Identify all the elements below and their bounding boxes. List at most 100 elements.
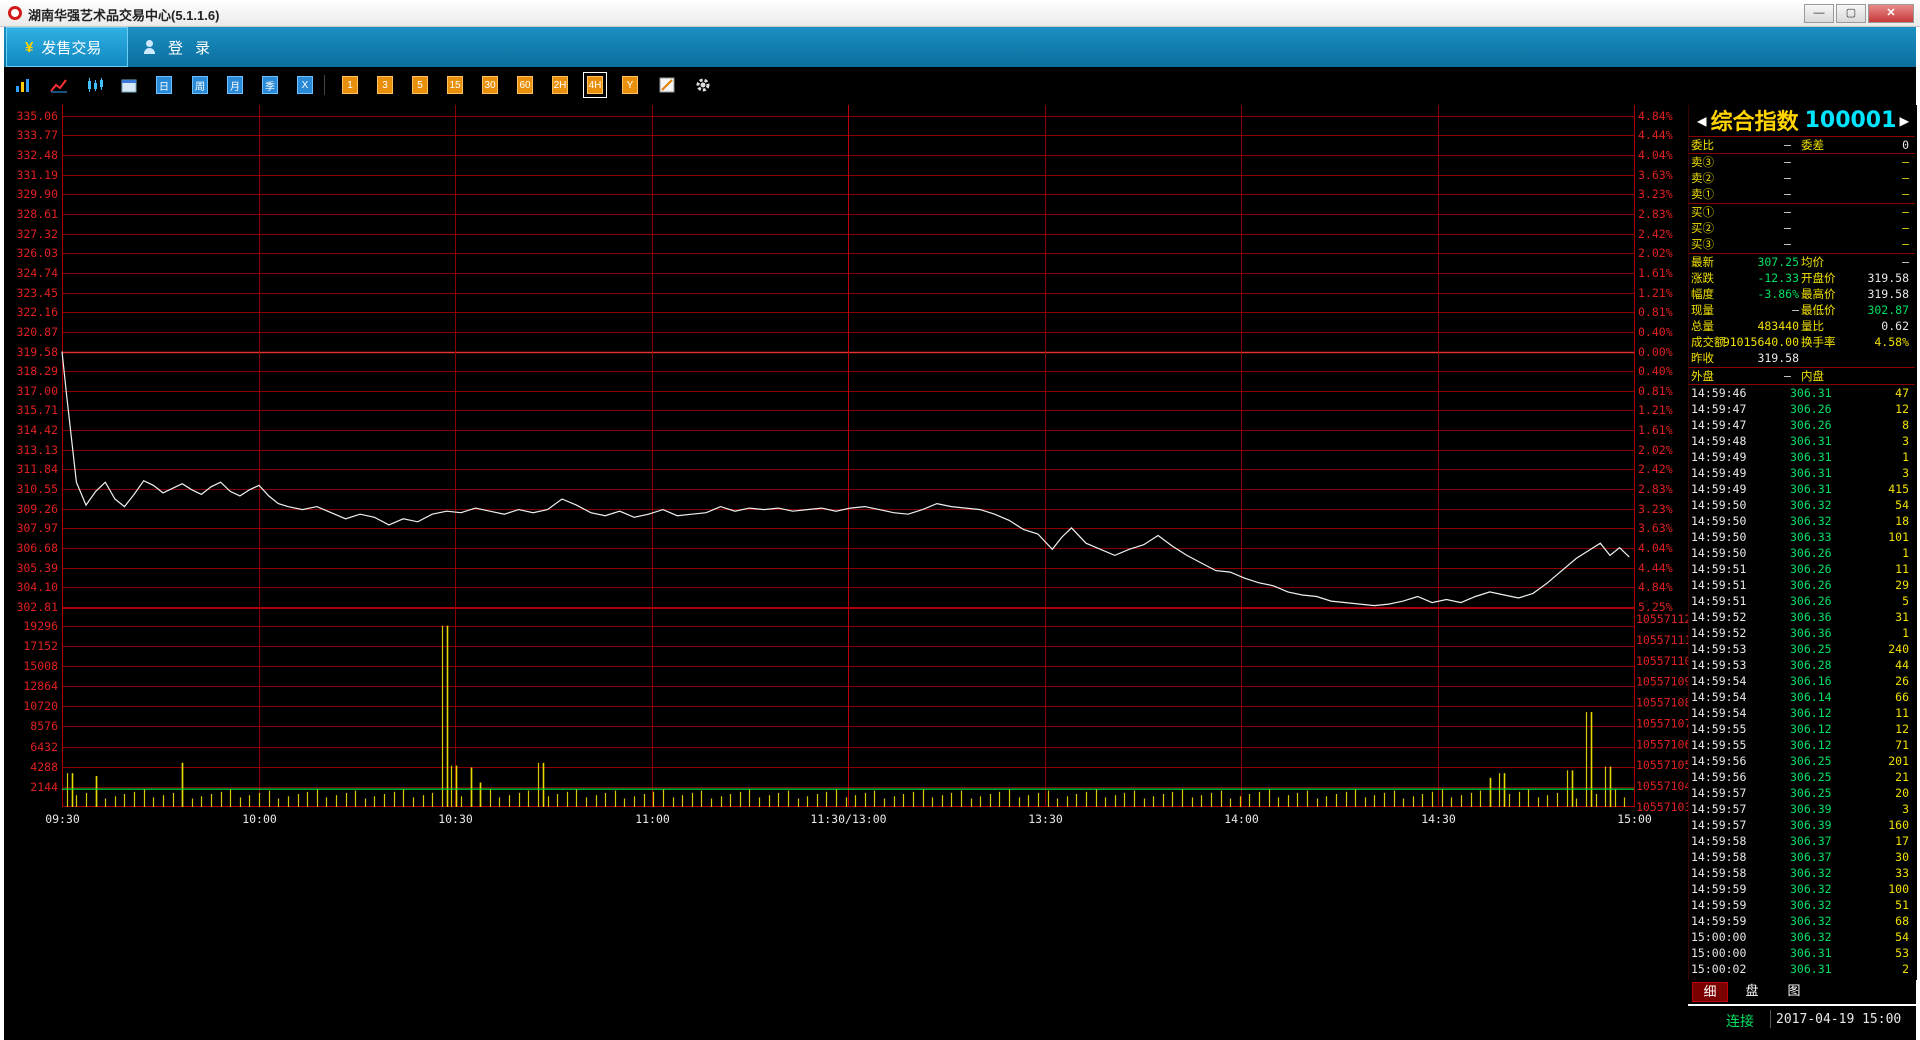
tick-price: 306.36: [1790, 626, 1832, 640]
period-quarter-button[interactable]: 季: [262, 76, 278, 94]
tab-detail[interactable]: 细: [1692, 982, 1728, 1002]
minute-5-button[interactable]: 5: [412, 76, 428, 94]
price-tick-label: 328.61: [16, 207, 58, 221]
tick-row: 14:59:49 306.31 3: [1689, 465, 1915, 481]
inout-row: 外盘 — 内盘: [1689, 368, 1915, 384]
tick-price: 306.32: [1790, 898, 1832, 912]
volume-right-tick-label: 10557109: [1636, 675, 1688, 689]
maximize-button[interactable]: ▢: [1836, 4, 1866, 23]
tab-login[interactable]: 登录: [144, 27, 222, 67]
weicha-value: 0: [1902, 138, 1909, 152]
tab-orderbook[interactable]: 盘: [1734, 982, 1770, 1002]
period-day-button[interactable]: 日: [156, 76, 172, 94]
minute-30-button[interactable]: 30: [482, 76, 498, 94]
waipan-label: 外盘: [1691, 369, 1714, 383]
minute-15-button[interactable]: 15: [447, 76, 463, 94]
ask-label: 卖①: [1691, 187, 1714, 201]
calendar-icon[interactable]: [120, 76, 138, 94]
status-datetime: 2017-04-19 15:00: [1776, 1012, 1902, 1027]
price-line: [61, 351, 1630, 607]
stat-label-2: 换手率: [1801, 335, 1836, 349]
draw-icon[interactable]: [658, 76, 676, 94]
tick-row: 14:59:54 306.12 11: [1689, 705, 1915, 721]
intraday-chart[interactable]: 336.355.25%335.064.84%333.774.44%332.484…: [4, 105, 1688, 1035]
pct-tick-label: 1.21%: [1638, 286, 1673, 300]
tick-time: 14:59:46: [1691, 386, 1747, 400]
pct-tick-label: 4.44%: [1638, 561, 1673, 575]
line-chart-icon[interactable]: [50, 76, 68, 94]
bottom-strip: [4, 1032, 1916, 1040]
bar-chart-icon[interactable]: [14, 76, 32, 94]
tick-row: 14:59:56 306.25 201: [1689, 753, 1915, 769]
tick-price: 306.28: [1790, 658, 1832, 672]
stat-value-2: 302.87: [1867, 303, 1909, 317]
pct-tick-label: 1.21%: [1638, 403, 1673, 417]
minute-60-button[interactable]: 60: [517, 76, 533, 94]
tab-chart[interactable]: 图: [1776, 982, 1812, 1002]
tick-row: 14:59:57 306.39 3: [1689, 801, 1915, 817]
period-x-button[interactable]: X: [297, 76, 313, 94]
stat-row: 幅度 -3.86% 最高价 319.58: [1689, 286, 1915, 302]
time-tick-label: 10:30: [438, 812, 473, 826]
tick-time: 15:00:00: [1691, 930, 1747, 944]
stat-row: 成交额 91015640.00 换手率 4.58%: [1689, 334, 1915, 350]
user-icon: [144, 40, 155, 54]
stat-value: -3.86%: [1757, 287, 1799, 301]
tick-price: 306.12: [1790, 722, 1832, 736]
stat-value: -12.33: [1757, 271, 1799, 285]
candlestick-icon[interactable]: [86, 76, 104, 94]
period-week-button[interactable]: 周: [192, 76, 208, 94]
price-tick-label: 304.10: [16, 580, 58, 594]
price-tick-label: 333.77: [16, 128, 58, 142]
time-tick-label: 14:30: [1421, 812, 1456, 826]
panel-tabs: 细 盘 图: [1688, 980, 1916, 1004]
pct-tick-label: 4.84%: [1638, 109, 1673, 123]
tick-time: 14:59:49: [1691, 450, 1747, 464]
pct-tick-label: 4.04%: [1638, 148, 1673, 162]
tick-price: 306.12: [1790, 706, 1832, 720]
time-tick-label: 15:00: [1617, 812, 1652, 826]
minute-3-button[interactable]: 3: [377, 76, 393, 94]
hour-4-button[interactable]: 4H: [583, 72, 607, 98]
ask-price: —: [1784, 155, 1791, 169]
volume-right-tick-label: 10557110: [1636, 654, 1688, 668]
tick-row: 14:59:58 306.32 33: [1689, 865, 1915, 881]
tick-volume: 12: [1895, 722, 1909, 736]
tick-price: 306.32: [1790, 930, 1832, 944]
tick-volume: 44: [1895, 658, 1909, 672]
ask-volume: —: [1902, 171, 1909, 185]
tick-price: 306.31: [1790, 386, 1832, 400]
tick-time: 14:59:54: [1691, 674, 1747, 688]
close-button[interactable]: ✕: [1868, 4, 1914, 23]
volume-tick-label: 4288: [30, 760, 58, 774]
ask-label: 卖②: [1691, 171, 1714, 185]
app-logo-icon: [8, 6, 22, 20]
price-tick-label: 315.71: [16, 403, 58, 417]
time-tick-label: 10:00: [242, 812, 277, 826]
stat-label-2: 量比: [1801, 319, 1824, 333]
tick-price: 306.26: [1790, 418, 1832, 432]
time-tick-label: 14:00: [1224, 812, 1259, 826]
year-button[interactable]: Y: [622, 76, 638, 94]
tick-price: 306.32: [1790, 498, 1832, 512]
bid-row: 买③ — —: [1689, 236, 1915, 252]
tick-volume: 47: [1895, 386, 1909, 400]
tick-volume: 21: [1895, 770, 1909, 784]
next-arrow-icon[interactable]: ▶: [1899, 111, 1909, 130]
tick-price: 306.16: [1790, 674, 1832, 688]
minute-1-button[interactable]: 1: [342, 76, 358, 94]
prev-arrow-icon[interactable]: ◀: [1697, 111, 1707, 130]
tick-volume: 54: [1895, 930, 1909, 944]
tick-volume: 3: [1902, 466, 1909, 480]
tick-row: 15:00:00 306.31 53: [1689, 945, 1915, 961]
price-tick-label: 329.90: [16, 187, 58, 201]
minimize-button[interactable]: —: [1804, 4, 1834, 23]
gear-icon[interactable]: [694, 76, 712, 94]
tab-sale-trading[interactable]: ¥ 发售交易: [6, 27, 128, 67]
tick-price: 306.32: [1790, 514, 1832, 528]
bid-label: 买②: [1691, 221, 1714, 235]
price-tick-label: 332.48: [16, 148, 58, 162]
hour-2-button[interactable]: 2H: [552, 76, 568, 94]
period-month-button[interactable]: 月: [227, 76, 243, 94]
tick-row: 14:59:50 306.26 1: [1689, 545, 1915, 561]
